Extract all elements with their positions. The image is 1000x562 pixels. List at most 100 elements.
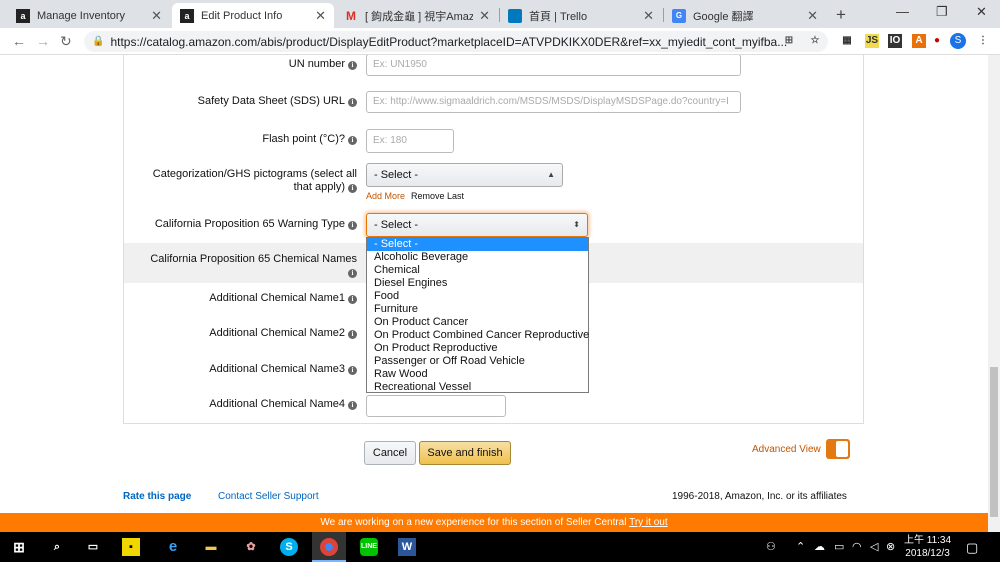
- close-tab-icon[interactable]: ✕: [151, 8, 162, 24]
- dropdown-option[interactable]: Raw Wood: [367, 368, 588, 381]
- restore-icon[interactable]: ❐: [936, 4, 948, 20]
- bookmark-star-icon[interactable]: ☆: [808, 34, 822, 48]
- task-view-icon[interactable]: ▭: [84, 538, 102, 556]
- dropdown-option[interactable]: Furniture: [367, 303, 588, 316]
- dropdown-option[interactable]: Chemical: [367, 264, 588, 277]
- people-icon[interactable]: ⚇: [766, 540, 776, 553]
- un-number-input[interactable]: Ex: UN1950: [366, 55, 741, 76]
- trello-icon: [508, 8, 522, 23]
- dropdown-option[interactable]: On Product Cancer: [367, 316, 588, 329]
- windows-start-icon[interactable]: ⊞: [10, 538, 28, 556]
- io-extension-icon[interactable]: IO: [888, 34, 902, 48]
- tab-gmail[interactable]: M [ 鉤成金龜 ] 視宇Amazon ✕: [336, 3, 498, 28]
- close-tab-icon[interactable]: ✕: [315, 8, 326, 24]
- dropdown-option[interactable]: Diesel Engines: [367, 277, 588, 290]
- rate-this-page-link[interactable]: Rate this page: [123, 491, 191, 502]
- dropdown-option[interactable]: Food: [367, 290, 588, 303]
- adblock-extension-icon[interactable]: A: [912, 34, 926, 48]
- flash-point-label: Flash point (°C)? i: [130, 133, 357, 146]
- tab-label: Edit Product Info: [201, 9, 283, 22]
- tab-google-translate[interactable]: G Google 翻譯 ✕: [664, 3, 826, 28]
- extension-icon[interactable]: ●: [930, 34, 944, 48]
- dropdown-option[interactable]: On Product Reproductive: [367, 342, 588, 355]
- js-extension-icon[interactable]: JS: [865, 34, 879, 48]
- new-tab-button[interactable]: +: [836, 5, 846, 25]
- additional-chem-label-3: Additional Chemical Name3 i: [130, 363, 357, 376]
- profile-avatar[interactable]: S: [950, 33, 966, 49]
- close-tab-icon[interactable]: ✕: [643, 8, 654, 24]
- address-bar[interactable]: 🔒 https://catalog.amazon.com/abis/produc…: [84, 31, 828, 52]
- additional-chem-label-2: Additional Chemical Name2 i: [130, 327, 357, 340]
- cancel-button[interactable]: Cancel: [364, 441, 416, 465]
- info-icon[interactable]: i: [348, 98, 357, 107]
- flash-point-input[interactable]: Ex: 180: [366, 129, 454, 153]
- reload-icon[interactable]: ↻: [60, 33, 72, 50]
- banner-text: We are working on a new experience for t…: [320, 517, 627, 528]
- info-icon[interactable]: i: [348, 366, 357, 375]
- ghs-select[interactable]: - Select - ▲: [366, 163, 563, 187]
- add-more-link[interactable]: Add More: [366, 191, 405, 201]
- tab-trello[interactable]: 首頁 | Trello ✕: [500, 3, 662, 28]
- show-hidden-icons[interactable]: ⌃: [796, 540, 805, 553]
- forward-icon[interactable]: →: [36, 33, 50, 49]
- contact-seller-support-link[interactable]: Contact Seller Support: [218, 491, 319, 502]
- info-icon[interactable]: i: [348, 295, 357, 304]
- skype-icon[interactable]: S: [280, 538, 298, 556]
- menu-icon[interactable]: ⋮: [976, 34, 990, 48]
- search-icon[interactable]: ⌕: [48, 538, 66, 556]
- remove-last-link[interactable]: Remove Last: [411, 191, 464, 201]
- additional-chem-input-4[interactable]: [366, 395, 506, 417]
- paint-icon[interactable]: ✿: [242, 538, 260, 556]
- word-icon[interactable]: W: [398, 538, 416, 556]
- file-explorer-icon[interactable]: ▬: [202, 538, 220, 556]
- dropdown-option[interactable]: Recreational Vessel: [367, 381, 588, 394]
- page-scrollbar[interactable]: [988, 55, 1000, 532]
- tab-label: Manage Inventory: [37, 9, 126, 22]
- prop65-type-select[interactable]: - Select - ⬍: [366, 213, 588, 237]
- onedrive-icon[interactable]: ☁: [814, 540, 825, 553]
- info-icon[interactable]: i: [348, 184, 357, 193]
- try-it-out-link[interactable]: Try it out: [629, 517, 668, 528]
- chrome-icon[interactable]: [320, 538, 338, 556]
- sds-url-label: Safety Data Sheet (SDS) URL i: [130, 95, 357, 108]
- dropdown-option[interactable]: - Select -: [367, 238, 588, 251]
- browser-toolbar: ← → ↻ 🔒 https://catalog.amazon.com/abis/…: [0, 28, 1000, 55]
- sticky-notes-icon[interactable]: ▪: [122, 538, 140, 556]
- info-icon[interactable]: i: [348, 269, 357, 278]
- qr-code-icon[interactable]: ▦: [840, 34, 854, 48]
- info-icon[interactable]: i: [348, 330, 357, 339]
- advanced-view-toggle[interactable]: [826, 439, 850, 459]
- scrollbar-thumb[interactable]: [990, 367, 998, 517]
- clock-time: 上午 11:34: [904, 535, 952, 546]
- tab-manage-inventory[interactable]: a Manage Inventory ✕: [8, 3, 170, 28]
- volume-icon[interactable]: ◁: [870, 540, 878, 553]
- wifi-icon[interactable]: ◠: [852, 540, 862, 553]
- close-window-icon[interactable]: ✕: [976, 4, 987, 20]
- input-method-icon[interactable]: ⊗: [886, 540, 895, 553]
- back-icon[interactable]: ←: [12, 33, 26, 49]
- sds-url-input[interactable]: Ex: http://www.sigmaaldrich.com/MSDS/MSD…: [366, 91, 741, 113]
- ghs-label: Categorization/GHS pictograms (select al…: [152, 168, 357, 193]
- dropdown-option[interactable]: Alcoholic Beverage: [367, 251, 588, 264]
- amazon-icon: a: [16, 8, 30, 23]
- new-experience-banner: We are working on a new experience for t…: [0, 513, 988, 532]
- dropdown-option[interactable]: On Product Combined Cancer Reproductive: [367, 329, 589, 342]
- notifications-icon[interactable]: ▢: [966, 540, 978, 556]
- minimize-icon[interactable]: —: [896, 4, 909, 19]
- close-tab-icon[interactable]: ✕: [479, 8, 490, 24]
- close-tab-icon[interactable]: ✕: [807, 8, 818, 24]
- save-and-finish-button[interactable]: Save and finish: [419, 441, 511, 465]
- edge-icon[interactable]: e: [164, 538, 182, 556]
- translate-page-icon[interactable]: ⊞: [782, 34, 796, 48]
- dropdown-option[interactable]: Passenger or Off Road Vehicle: [367, 355, 588, 368]
- url-text[interactable]: https://catalog.amazon.com/abis/product/…: [110, 35, 828, 49]
- info-icon[interactable]: i: [348, 401, 357, 410]
- taskbar-clock[interactable]: 上午 11:34 2018/12/3: [904, 534, 951, 560]
- info-icon[interactable]: i: [348, 136, 357, 145]
- tab-label: [ 鉤成金龜 ] 視宇Amazon: [365, 10, 474, 23]
- info-icon[interactable]: i: [348, 221, 357, 230]
- battery-icon[interactable]: ▭: [834, 540, 844, 553]
- info-icon[interactable]: i: [348, 61, 357, 70]
- line-icon[interactable]: LINE: [360, 538, 378, 556]
- tab-edit-product-info[interactable]: a Edit Product Info ✕: [172, 3, 334, 28]
